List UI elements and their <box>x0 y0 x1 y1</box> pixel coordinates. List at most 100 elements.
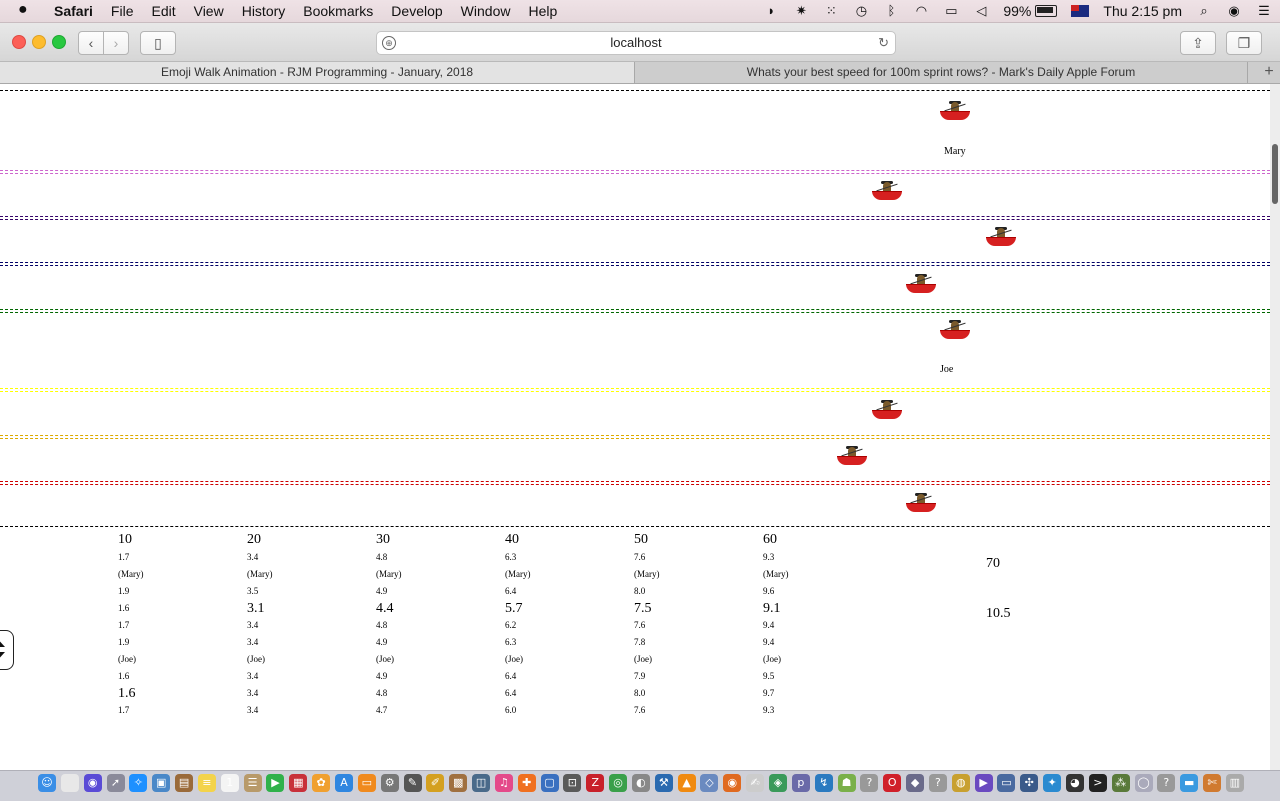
time-machine-icon[interactable]: ◷ <box>853 4 869 18</box>
photo-booth-icon[interactable]: ▦ <box>289 774 308 792</box>
sketchup-icon[interactable]: ↯ <box>814 774 833 792</box>
unknown-app-icon-3[interactable]: ? <box>1157 774 1176 792</box>
reload-icon[interactable]: ↻ <box>878 32 889 54</box>
sidebar-toggle-button[interactable]: ▯ <box>140 31 176 55</box>
page-scrollbar[interactable] <box>1270 84 1280 770</box>
forward-button[interactable]: › <box>103 31 129 55</box>
menu-app-safari[interactable]: Safari <box>54 3 93 19</box>
screenshot-icon[interactable]: ⊡ <box>563 774 582 792</box>
notebook-icon[interactable]: ▤ <box>175 774 194 792</box>
preview-icon[interactable]: ▣ <box>152 774 171 792</box>
down-arrow-icon <box>0 652 5 663</box>
android-studio-icon[interactable]: ◈ <box>769 774 787 792</box>
vlc-icon[interactable]: ▲ <box>677 774 696 792</box>
side-scroll-handle[interactable] <box>0 630 14 670</box>
textedit-icon[interactable]: ✍ <box>746 774 765 792</box>
menu-edit[interactable]: Edit <box>151 3 175 19</box>
unknown-app-icon-2[interactable]: ? <box>928 774 947 792</box>
close-window-button[interactable] <box>12 35 26 49</box>
airplay-icon[interactable]: ▭ <box>943 4 959 18</box>
screen-sharing-icon[interactable]: ▢ <box>540 774 559 792</box>
tab-overview-button[interactable]: ❐ <box>1226 31 1262 55</box>
gimp-icon[interactable]: ✚ <box>517 774 536 792</box>
contacts-icon[interactable]: ☰ <box>243 774 262 792</box>
document-icon[interactable] <box>60 774 79 792</box>
clock[interactable]: Thu 2:15 pm <box>1103 3 1182 19</box>
xcode-icon[interactable]: ⚒ <box>654 774 673 792</box>
menu-history[interactable]: History <box>242 3 286 19</box>
menu-help[interactable]: Help <box>528 3 557 19</box>
notification-center-icon[interactable]: ☰ <box>1256 4 1272 18</box>
virtualbox-icon[interactable]: ◇ <box>700 774 719 792</box>
bbedit-icon[interactable]: ✐ <box>426 774 445 792</box>
cluster-icon[interactable]: ⁂ <box>1111 774 1130 792</box>
brush-icon[interactable]: ✄ <box>1203 774 1222 792</box>
launchpad-icon[interactable]: ➚ <box>106 774 125 792</box>
finder-icon[interactable]: ☺ <box>38 774 56 792</box>
volume-icon[interactable]: ◁ <box>973 4 989 18</box>
unknown-app-icon[interactable]: ? <box>860 774 879 792</box>
github-icon[interactable]: ◕ <box>1065 774 1084 792</box>
drop-icon[interactable]: ◯ <box>1134 774 1153 792</box>
php-icon[interactable]: p <box>791 774 810 792</box>
input-source-flag-icon[interactable] <box>1071 5 1090 17</box>
up-arrow-icon <box>0 636 5 647</box>
activity-monitor-icon[interactable]: ◐ <box>631 774 650 792</box>
opera-icon[interactable]: O <box>883 774 902 792</box>
zoom-window-button[interactable] <box>52 35 66 49</box>
chrome-icon[interactable]: ◎ <box>609 774 628 792</box>
menu-develop[interactable]: Develop <box>391 3 442 19</box>
network-icon[interactable]: ✣ <box>1020 774 1039 792</box>
spotlight-search-icon[interactable]: ⌕ <box>1196 4 1212 18</box>
menu-file[interactable]: File <box>111 3 134 19</box>
photos-icon[interactable]: ✿ <box>312 774 331 792</box>
back-button[interactable]: ‹ <box>78 31 104 55</box>
paint-icon[interactable]: ✦ <box>1043 774 1062 792</box>
trash-icon[interactable]: ▥ <box>1225 774 1244 792</box>
archive-icon[interactable]: ▩ <box>449 774 468 792</box>
monitor-icon[interactable]: ▭ <box>997 774 1016 792</box>
ibooks-icon[interactable]: ▭ <box>357 774 376 792</box>
siri-icon[interactable]: ◉ <box>83 774 102 792</box>
filezilla-icon[interactable]: Z <box>586 774 605 792</box>
terminal-icon[interactable]: > <box>1088 774 1107 792</box>
grid-status-icon[interactable]: ⁙ <box>823 4 839 18</box>
tab-emoji-walk[interactable]: Emoji Walk Animation - RJM Programming -… <box>0 62 635 83</box>
script-editor-icon[interactable]: ✎ <box>403 774 422 792</box>
apple-menu-icon[interactable]: ● <box>18 1 28 19</box>
cube-app-icon[interactable]: ◆ <box>906 774 925 792</box>
visual-studio-icon[interactable]: ▶ <box>974 774 993 792</box>
split-cell: (Joe) <box>763 654 781 664</box>
siri-menu-icon[interactable]: ◉ <box>1226 4 1242 18</box>
wifi-icon[interactable]: ◠ <box>913 4 929 18</box>
system-preferences-icon[interactable]: ⚙ <box>380 774 399 792</box>
battery-icon[interactable] <box>1035 5 1058 17</box>
new-tab-button[interactable]: + <box>1258 62 1280 83</box>
tab-forum[interactable]: Whats your best speed for 100m sprint ro… <box>635 62 1248 83</box>
menu-window[interactable]: Window <box>461 3 511 19</box>
tool-status-icon[interactable]: ✷ <box>793 4 809 18</box>
app-store-icon[interactable]: A <box>334 774 353 792</box>
split-cell: 6.2 <box>505 620 517 630</box>
battery-percent[interactable]: 99% <box>1003 3 1031 19</box>
notes-icon[interactable]: ≡ <box>197 774 216 792</box>
share-button[interactable]: ⇪ <box>1180 31 1216 55</box>
minimize-window-button[interactable] <box>32 35 46 49</box>
calendar-icon[interactable]: 1 <box>220 774 239 792</box>
menu-view[interactable]: View <box>194 3 224 19</box>
image-capture-icon[interactable]: ◫ <box>472 774 491 792</box>
scrollbar-thumb[interactable] <box>1272 144 1278 204</box>
address-bar[interactable]: ⊕ localhost ↻ <box>376 31 896 55</box>
folder-icon[interactable]: ▬ <box>1180 774 1199 792</box>
bluetooth-icon[interactable]: ᛒ <box>883 4 899 18</box>
facetime-icon[interactable]: ▶ <box>266 774 285 792</box>
menu-bookmarks[interactable]: Bookmarks <box>303 3 373 19</box>
itunes-icon[interactable]: ♫ <box>494 774 513 792</box>
firefox-icon[interactable]: ◉ <box>723 774 742 792</box>
app-status-icon[interactable]: ◗ <box>763 4 779 18</box>
cyberduck-icon[interactable]: ◍ <box>951 774 970 792</box>
split-cell: 9.3 <box>763 705 775 715</box>
status-area: ◗ ✷ ⁙ ◷ ᛒ ◠ ▭ ◁ 99% Thu 2:15 pm ⌕ ◉ ☰ <box>749 3 1272 19</box>
safari-icon[interactable]: ✧ <box>129 774 148 792</box>
android-icon[interactable]: ☗ <box>837 774 856 792</box>
